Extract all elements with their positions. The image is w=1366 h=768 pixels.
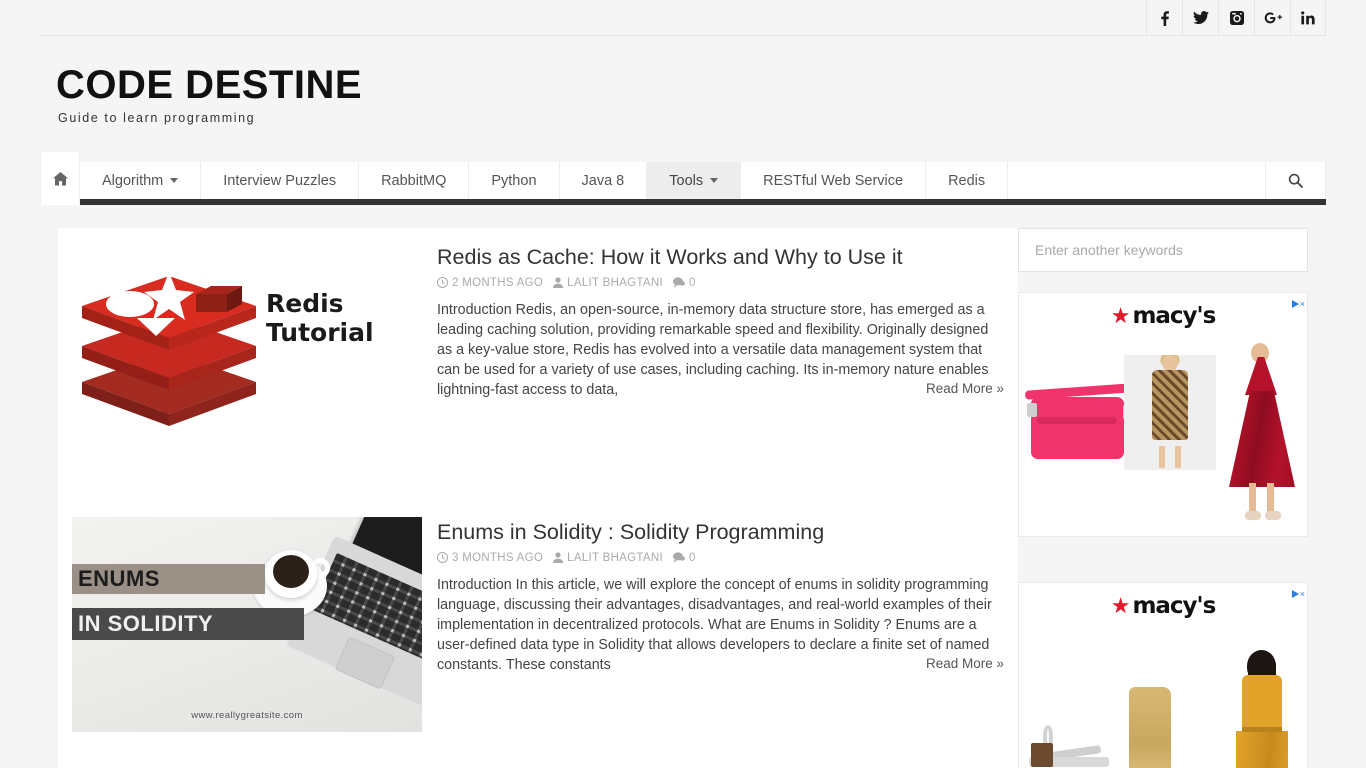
meta-comments-count: 0 [688, 551, 696, 564]
article-thumbnail[interactable]: Redis Tutorial [72, 242, 422, 457]
sidebar: × ★ macy's [1018, 228, 1308, 768]
nav-item-redis[interactable]: Redis [926, 162, 1009, 199]
top-social-bar [40, 0, 1326, 36]
content-wrapper: Redis Tutorial Redis as Cache: How it Wo… [40, 211, 1326, 768]
redis-logo-art: Redis Tutorial [72, 242, 422, 457]
search-icon [1288, 173, 1303, 188]
macys-logo: ★ macy's [1019, 303, 1307, 329]
nav-label: RESTful Web Service [763, 172, 904, 189]
chevron-down-icon [710, 178, 719, 183]
linkedin-icon[interactable] [1290, 0, 1326, 36]
search-input[interactable] [1033, 241, 1293, 259]
meta-comments-count: 0 [688, 276, 696, 289]
meta-author-text: LALIT BHAGTANI [567, 276, 663, 289]
site-header: CODE DESTINE Guide to learn programming [40, 37, 1326, 162]
handbag-product-image [1024, 379, 1134, 459]
meta-comments: 0 [672, 276, 696, 289]
meta-author: LALIT BHAGTANI [553, 552, 663, 564]
nav-label: Python [491, 172, 537, 189]
macys-wordmark: macy's [1132, 593, 1216, 619]
macys-wordmark: macy's [1132, 303, 1216, 329]
nav-item-rabbitmq[interactable]: RabbitMQ [359, 162, 470, 199]
page-root: CODE DESTINE Guide to learn programming … [0, 0, 1366, 768]
meta-date-text: 3 MONTHS AGO [452, 551, 544, 564]
comment-icon [672, 277, 685, 288]
article-list: Redis Tutorial Redis as Cache: How it Wo… [58, 228, 1018, 768]
leopard-dress-model-image [1124, 355, 1216, 470]
instagram-icon[interactable] [1218, 0, 1254, 36]
nav-label: Algorithm [102, 172, 164, 189]
article-thumbnail[interactable]: ENUMS IN SOLIDITY www.reallygreatsite.co… [72, 517, 422, 732]
nav-label: Interview Puzzles [223, 172, 337, 189]
meta-comments: 0 [672, 551, 696, 564]
nav-search-button[interactable] [1266, 162, 1326, 199]
nav-item-python[interactable]: Python [469, 162, 560, 199]
meta-author-text: LALIT BHAGTANI [567, 551, 663, 564]
nav-label: RabbitMQ [381, 172, 447, 189]
nav-spacer [1008, 162, 1266, 199]
meta-date-text: 2 MONTHS AGO [452, 276, 544, 289]
nav-item-interview-puzzles[interactable]: Interview Puzzles [201, 162, 360, 199]
enums-thumb-url: www.reallygreatsite.com [191, 710, 303, 721]
enums-thumb-art: ENUMS IN SOLIDITY www.reallygreatsite.co… [72, 517, 422, 732]
article-meta: 3 MONTHS AGO LALIT BHAGTANI 0 [437, 552, 1004, 564]
redis-stack-icon [82, 272, 256, 426]
coffee-liquid-art [273, 555, 309, 588]
ad-products [1019, 339, 1307, 530]
article-item: ENUMS IN SOLIDITY www.reallygreatsite.co… [58, 503, 1018, 732]
meta-author: LALIT BHAGTANI [553, 277, 663, 289]
facebook-icon[interactable] [1146, 0, 1182, 36]
meta-date: 2 MONTHS AGO [437, 277, 543, 289]
ad-products [1019, 629, 1307, 768]
site-title[interactable]: CODE DESTINE [56, 65, 362, 105]
nav-label: Redis [948, 172, 986, 189]
article-item: Redis Tutorial Redis as Cache: How it Wo… [58, 228, 1018, 457]
nav-home-icon[interactable] [40, 152, 80, 205]
enums-line2: IN SOLIDITY [78, 611, 214, 636]
chevron-down-icon [170, 178, 179, 183]
nav-label: Tools [669, 172, 704, 189]
user-icon [553, 277, 564, 289]
article-content: Enums in Solidity : Solidity Programming… [422, 517, 1004, 732]
star-icon: ★ [1110, 303, 1131, 328]
main-navigation: Algorithm Interview Puzzles RabbitMQ Pyt… [40, 152, 1326, 205]
article-title[interactable]: Enums in Solidity : Solidity Programming [437, 519, 1004, 546]
advertisement-banner[interactable]: × ★ macy's [1018, 582, 1308, 768]
macys-logo: ★ macy's [1019, 593, 1307, 619]
article-content: Redis as Cache: How it Works and Why to … [422, 242, 1004, 457]
redis-thumb-text: Redis Tutorial [266, 289, 374, 347]
site-tagline: Guide to learn programming [58, 111, 256, 125]
meta-date: 3 MONTHS AGO [437, 552, 543, 564]
gold-boot-product-image [1129, 687, 1171, 768]
silver-sandal-product-image [1029, 721, 1109, 767]
star-icon: ★ [1110, 593, 1131, 618]
google-plus-icon[interactable] [1254, 0, 1290, 36]
enums-line1: ENUMS [78, 566, 160, 591]
nav-item-algorithm[interactable]: Algorithm [80, 162, 202, 199]
nav-item-tools[interactable]: Tools [647, 162, 742, 199]
article-title[interactable]: Redis as Cache: How it Works and Why to … [437, 244, 1004, 271]
enums-title-band-1: ENUMS [72, 564, 265, 594]
comment-icon [672, 552, 685, 563]
sidebar-search-box[interactable] [1018, 228, 1308, 272]
advertisement-banner[interactable]: × ★ macy's [1018, 292, 1308, 537]
nav-label: Java 8 [581, 172, 625, 189]
enums-title-band-2: IN SOLIDITY [72, 608, 304, 640]
article-divider [58, 732, 1018, 768]
nav-item-restful-web-service[interactable]: RESTful Web Service [741, 162, 927, 199]
mustard-dress-model-image [1224, 650, 1304, 768]
article-meta: 2 MONTHS AGO LALIT BHAGTANI 0 [437, 277, 1004, 289]
article-divider [58, 457, 1018, 503]
clock-icon [437, 552, 448, 564]
nav-item-java-8[interactable]: Java 8 [559, 162, 648, 199]
user-icon [553, 552, 564, 564]
clock-icon [437, 277, 448, 289]
red-dress-model-image [1219, 343, 1305, 525]
twitter-icon[interactable] [1182, 0, 1218, 36]
